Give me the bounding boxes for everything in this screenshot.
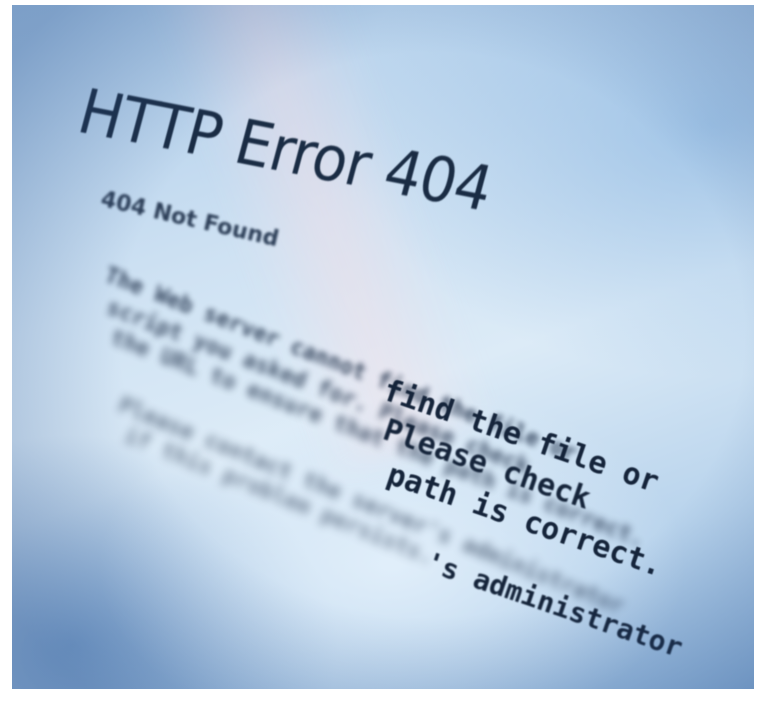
monitor-screen-photo: HTTP Error 404 404 Not Found The Web ser… — [12, 5, 754, 689]
error-page-text: HTTP Error 404 404 Not Found The Web ser… — [12, 5, 754, 689]
error-subtitle: 404 Not Found — [98, 187, 281, 253]
photo-frame: HTTP Error 404 404 Not Found The Web ser… — [0, 0, 763, 701]
